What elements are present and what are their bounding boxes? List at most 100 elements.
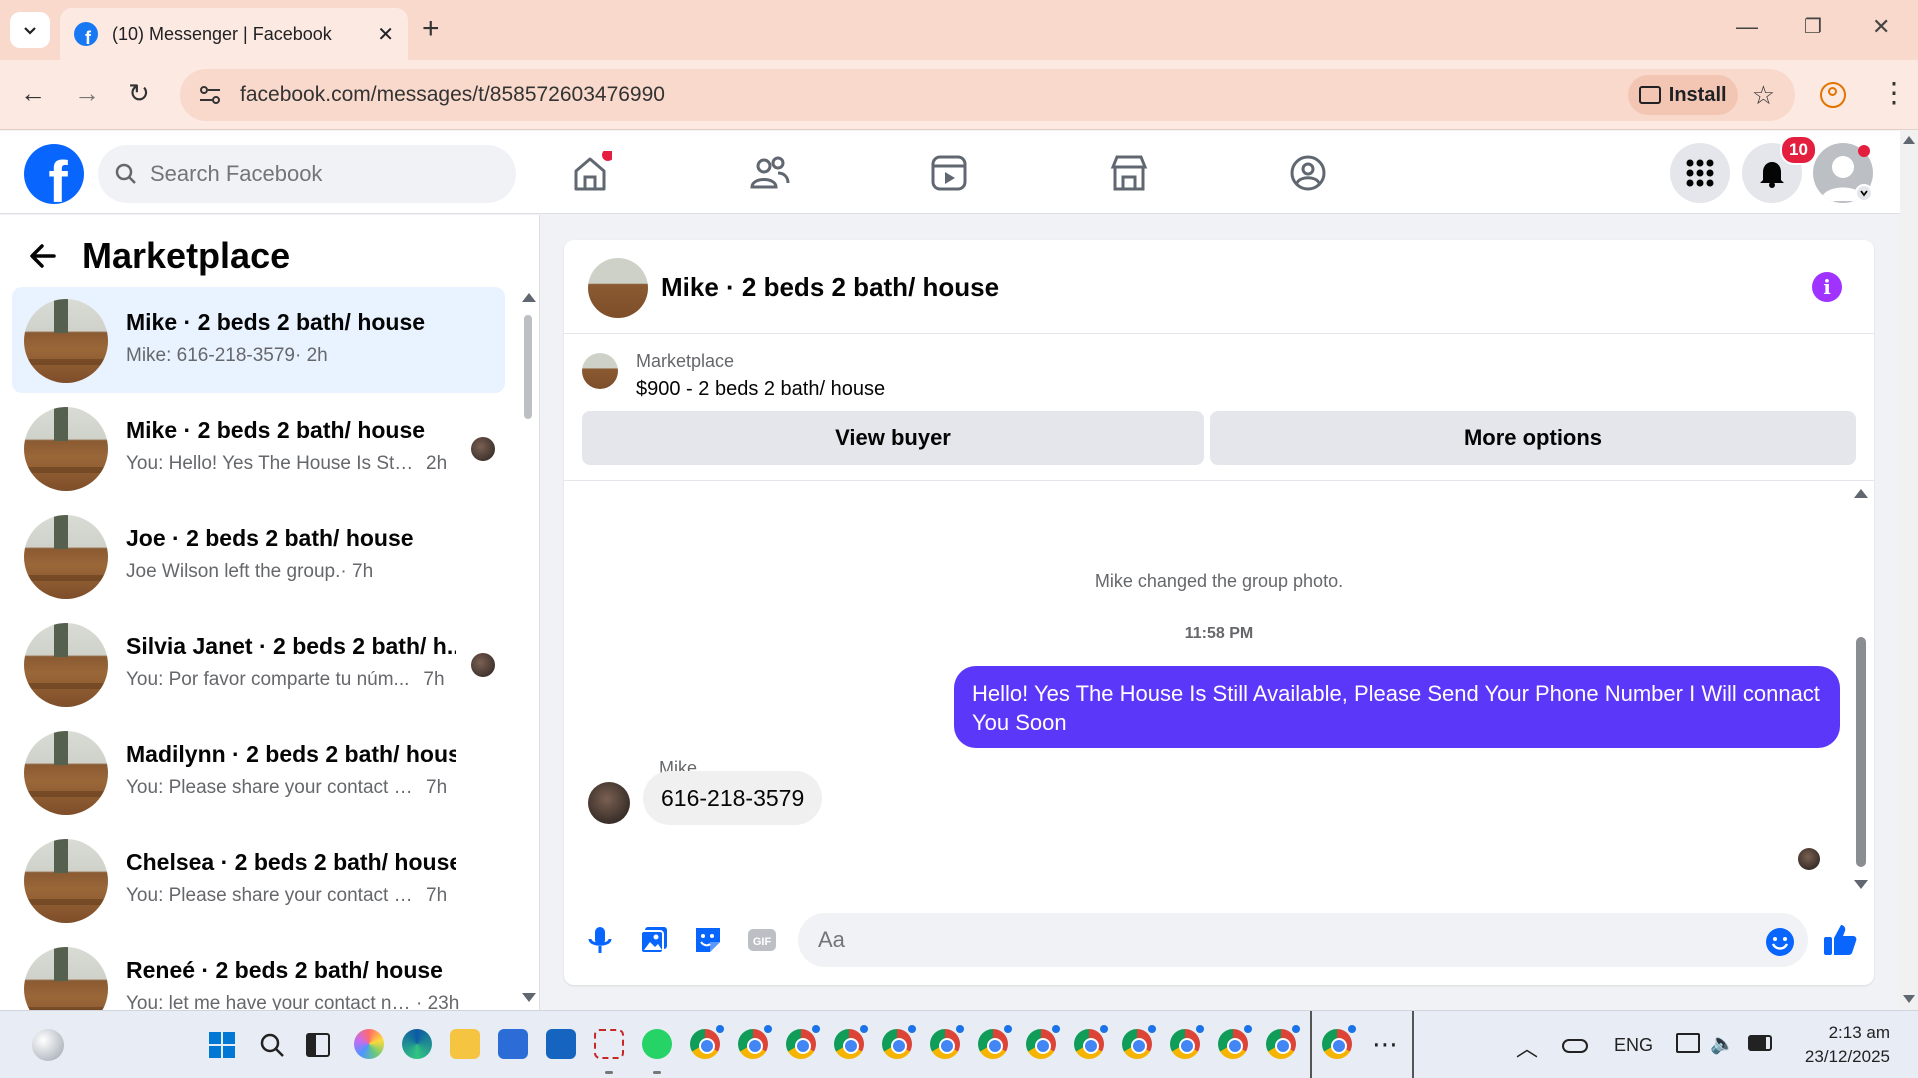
copilot-icon[interactable]: [354, 1029, 384, 1059]
chrome-window-icon[interactable]: [1122, 1025, 1156, 1059]
sender-avatar[interactable]: [588, 782, 630, 824]
back-arrow-icon[interactable]: [28, 241, 58, 271]
chrome-window-icon[interactable]: [978, 1025, 1012, 1059]
bookmark-star-icon[interactable]: ☆: [1752, 80, 1775, 111]
new-tab-button[interactable]: +: [422, 12, 440, 46]
chat-scroll-down-icon[interactable]: [1854, 880, 1868, 889]
chrome-window-icon[interactable]: [786, 1025, 820, 1059]
task-view-icon[interactable]: [306, 1033, 330, 1057]
chrome-window-icon[interactable]: [834, 1025, 868, 1059]
chrome-active-icon[interactable]: [1322, 1025, 1356, 1059]
battery-icon[interactable]: [1748, 1035, 1772, 1051]
snipping-tool-icon[interactable]: [594, 1029, 624, 1059]
sidebar-scroll-up-icon[interactable]: [522, 293, 536, 302]
clock-date: 23/12/2025: [1804, 1047, 1890, 1066]
photo-icon[interactable]: [638, 924, 670, 956]
reload-icon[interactable]: ↻: [128, 78, 150, 109]
page-scrollbar[interactable]: [1900, 131, 1918, 1010]
windows-start-icon[interactable]: [208, 1031, 236, 1059]
profile-icon[interactable]: [1820, 82, 1846, 108]
chat-title[interactable]: Mike · 2 beds 2 bath/ house: [661, 272, 999, 303]
chrome-window-icon[interactable]: [1218, 1025, 1252, 1059]
incoming-message[interactable]: 616-218-3579: [643, 771, 823, 825]
sidebar-scrollbar[interactable]: [524, 315, 532, 419]
chrome-window-icon[interactable]: [882, 1025, 916, 1059]
conversation-name: Mike · 2 beds 2 bath/ house: [126, 309, 426, 335]
outgoing-message[interactable]: Hello! Yes The House Is Still Available,…: [954, 666, 1840, 748]
chat-avatar[interactable]: [588, 258, 648, 318]
volume-icon[interactable]: 🔈: [1710, 1031, 1735, 1056]
chrome-window-icon[interactable]: [1266, 1025, 1300, 1059]
grid-menu-icon: [1686, 159, 1714, 187]
address-bar[interactable]: facebook.com/messages/t/858572603476990 …: [180, 69, 1795, 121]
conversation-item[interactable]: Silvia Janet · 2 beds 2 bath/ h... You: …: [12, 611, 505, 717]
conversation-sidebar: Marketplace Mike · 2 beds 2 bath/ house …: [0, 215, 540, 1010]
file-explorer-icon[interactable]: [450, 1029, 480, 1059]
chrome-window-icon[interactable]: [738, 1025, 772, 1059]
sidebar-scroll-down-icon[interactable]: [522, 993, 536, 1002]
search-box[interactable]: [98, 145, 516, 203]
window-close-icon[interactable]: ✕: [1872, 14, 1890, 40]
conversation-item[interactable]: Chelsea · 2 beds 2 bath/ house You: Plea…: [12, 827, 505, 933]
back-arrow-icon[interactable]: ←: [20, 78, 46, 109]
chrome-window-icon[interactable]: [930, 1025, 964, 1059]
restore-icon[interactable]: ❐: [1804, 14, 1822, 39]
emoji-icon[interactable]: [1764, 926, 1796, 958]
conversation-item[interactable]: Mike · 2 beds 2 bath/ house Mike: 616-21…: [12, 287, 505, 393]
menu-button[interactable]: [1670, 143, 1730, 203]
video-icon[interactable]: [927, 151, 971, 195]
search-input[interactable]: [150, 161, 480, 187]
conversation-item[interactable]: Joe · 2 beds 2 bath/ house Joe Wilson le…: [12, 503, 505, 609]
chrome-window-icon[interactable]: [1170, 1025, 1204, 1059]
chrome-window-icon[interactable]: [690, 1025, 724, 1059]
microsoft-store-icon[interactable]: [498, 1029, 528, 1059]
language-indicator[interactable]: ENG: [1614, 1035, 1653, 1056]
chat-panel: Mike · 2 beds 2 bath/ house i Marketplac…: [564, 240, 1874, 985]
facebook-logo[interactable]: f: [24, 144, 84, 204]
friends-icon[interactable]: [748, 151, 792, 195]
install-app-button[interactable]: Install: [1627, 75, 1738, 115]
account-chevron-icon[interactable]: [1855, 184, 1873, 202]
microphone-icon[interactable]: [584, 924, 616, 956]
chevron-down-icon: [24, 27, 36, 35]
gaming-icon[interactable]: [1286, 151, 1330, 195]
message-input[interactable]: [798, 913, 1808, 967]
whatsapp-icon[interactable]: [642, 1029, 672, 1059]
more-apps-icon[interactable]: ⋯: [1372, 1029, 1398, 1060]
browser-menu-icon[interactable]: ⋮: [1880, 76, 1908, 109]
forward-arrow-icon[interactable]: →: [74, 78, 100, 109]
minimize-icon[interactable]: —: [1736, 14, 1758, 40]
site-settings-icon[interactable]: [198, 85, 222, 105]
conversation-item[interactable]: Mike · 2 beds 2 bath/ house You: Hello! …: [12, 395, 505, 501]
show-hidden-icons-icon[interactable]: ︿: [1516, 1031, 1538, 1063]
info-icon[interactable]: i: [1812, 272, 1842, 302]
gif-icon[interactable]: GIF: [746, 924, 778, 956]
conversation-name: Silvia Janet · 2 beds 2 bath/ h...: [126, 633, 456, 659]
url-text[interactable]: facebook.com/messages/t/858572603476990: [240, 83, 1628, 107]
active-tab[interactable]: f (10) Messenger | Facebook ✕: [60, 8, 408, 60]
onedrive-icon[interactable]: [1562, 1039, 1588, 1053]
more-options-button[interactable]: More options: [1210, 411, 1856, 465]
tab-search-button[interactable]: [10, 12, 50, 48]
network-icon[interactable]: [1676, 1033, 1700, 1053]
chrome-window-icon[interactable]: [1026, 1025, 1060, 1059]
conversation-item[interactable]: Reneé · 2 beds 2 bath/ house You: let me…: [12, 935, 505, 1010]
clock[interactable]: 2:13 am 23/12/2025: [1780, 1021, 1890, 1069]
marketplace-icon[interactable]: [1107, 151, 1151, 195]
tab-close-icon[interactable]: ✕: [377, 22, 394, 47]
chat-scrollbar[interactable]: [1856, 637, 1866, 867]
windows-taskbar: ⋯ ︿ ENG 🔈 2:13 am 23/12/2025: [0, 1010, 1918, 1078]
view-buyer-button[interactable]: View buyer: [582, 411, 1204, 465]
home-icon[interactable]: [568, 151, 612, 195]
like-thumb-icon[interactable]: [1822, 922, 1858, 958]
listing-title[interactable]: $900 - 2 beds 2 bath/ house: [636, 378, 885, 401]
chrome-window-icon[interactable]: [1074, 1025, 1108, 1059]
taskbar-search-icon[interactable]: [258, 1031, 286, 1059]
chat-scroll-up-icon[interactable]: [1854, 489, 1868, 498]
sticker-icon[interactable]: [692, 924, 724, 956]
conversation-snippet: You: Hello! Yes The House Is Still ... 2…: [126, 453, 448, 474]
outlook-icon[interactable]: [546, 1029, 576, 1059]
conversation-item[interactable]: Madilynn · 2 beds 2 bath/ house You: Ple…: [12, 719, 505, 825]
edge-icon[interactable]: [402, 1029, 432, 1059]
weather-widget-icon[interactable]: [32, 1029, 64, 1061]
